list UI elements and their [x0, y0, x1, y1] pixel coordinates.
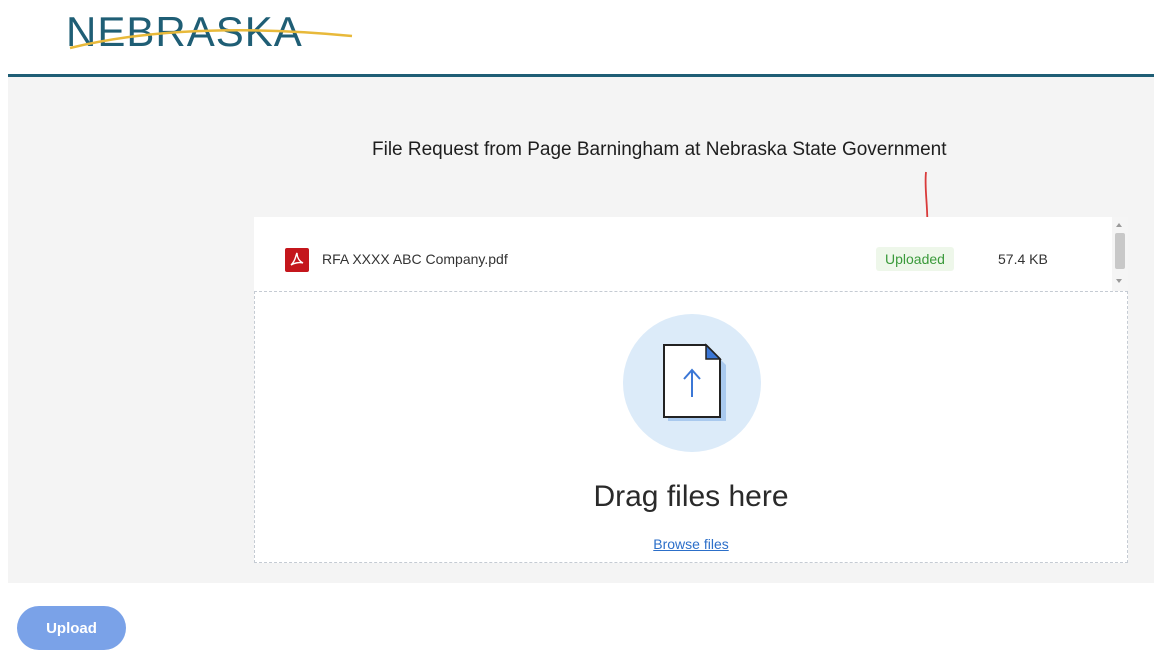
status-badge: Uploaded: [876, 247, 954, 271]
scrollbar-thumb[interactable]: [1115, 233, 1125, 269]
scroll-up-icon[interactable]: [1116, 223, 1122, 227]
site-header: NEBRASKA: [0, 0, 1154, 78]
file-list-item[interactable]: RFA XXXX ABC Company.pdf Uploaded 57.4 K…: [254, 217, 1112, 291]
file-dropzone[interactable]: Drag files here Browse files: [254, 291, 1128, 563]
file-request-card: RFA XXXX ABC Company.pdf Uploaded 57.4 K…: [254, 217, 1128, 563]
nebraska-logo[interactable]: NEBRASKA: [66, 2, 366, 62]
browse-files-link[interactable]: Browse files: [255, 536, 1127, 552]
file-list-scrollbar[interactable]: [1112, 217, 1128, 291]
pdf-icon: [285, 248, 309, 272]
upload-button[interactable]: Upload: [17, 606, 126, 650]
file-name: RFA XXXX ABC Company.pdf: [322, 251, 508, 267]
dropzone-title: Drag files here: [593, 480, 789, 513]
file-size: 57.4 KB: [998, 251, 1048, 267]
page-title: File Request from Page Barningham at Neb…: [372, 139, 947, 160]
scroll-down-icon[interactable]: [1116, 279, 1122, 283]
document-upload-icon: [663, 343, 726, 421]
logo-swoosh-icon: [69, 28, 353, 50]
